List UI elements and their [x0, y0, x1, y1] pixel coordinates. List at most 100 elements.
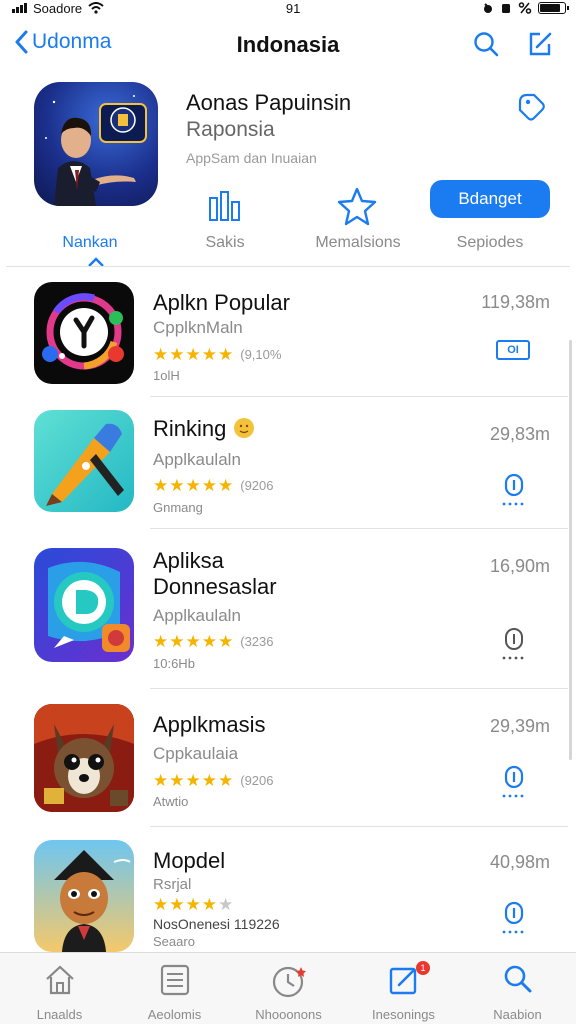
app-size: 119,38m [481, 292, 550, 312]
tab-memalsions[interactable]: Memalsions [315, 234, 400, 252]
rating-stars: ★ ★ ★ ★ ★ (9206 [153, 477, 274, 494]
tab-label: Inesonings [372, 1007, 435, 1022]
star-icon: ★ [218, 476, 234, 495]
star-icon: ★ [169, 771, 185, 790]
app-extra: Gnmang [153, 500, 203, 515]
row-divider [150, 826, 568, 827]
signal-icon [12, 3, 27, 13]
rating-stars: ★ ★ ★ ★ ★ (3236 [153, 633, 274, 650]
clock-icon [272, 966, 306, 998]
app-extra: Atwtio [153, 794, 189, 809]
app-category: Cppkaulaia [153, 744, 239, 763]
featured-title: Aonas Papuinsin [186, 90, 352, 115]
list-item[interactable]: Aplkn Popular CpplknMaln ★ ★ ★ ★ ★ (9,10% 1o… [0, 272, 576, 396]
app-name: Applkmasis [153, 712, 266, 737]
app-extra: 1olH [153, 368, 180, 383]
wifi-icon [88, 2, 104, 14]
alarm-icon [484, 3, 492, 13]
tag-icon[interactable] [514, 90, 548, 124]
tab-bar: Lnaalds Aeolomis Nhooonons 1 Inesonings … [0, 952, 576, 1024]
app-icon [34, 840, 134, 952]
app-extra: NosOnenesi 119226 [153, 916, 280, 932]
star-icon: ★ [153, 476, 169, 495]
star-icon: ★ [201, 771, 217, 790]
tab-updates[interactable]: Nhooonons [231, 953, 346, 1025]
app-name-line2: Donnesaslar [153, 574, 277, 599]
percent-icon [518, 2, 532, 14]
app-size: 29,83m [489, 424, 550, 444]
star-icon: ★ [185, 771, 201, 790]
tab-label: Lnaalds [36, 1007, 83, 1022]
notification-badge: 1 [416, 961, 430, 975]
tab-nankan[interactable]: Nankan [62, 234, 117, 252]
back-button[interactable]: Udonma [14, 30, 111, 54]
list-item[interactable]: Apliksa Donnesaslar Applkaulaln ★ ★ ★ ★ ★ (3… [0, 530, 576, 688]
star-icon: ★ [185, 476, 201, 495]
list-icon [160, 964, 189, 996]
open-button[interactable]: OI [496, 340, 530, 360]
star-icon: ★ [218, 345, 234, 364]
download-icon[interactable] [500, 472, 528, 508]
rating-stars: ★ ★ ★ ★ ★ [153, 896, 233, 913]
app-category: Rsrjal [153, 876, 192, 893]
star-icon: ★ [201, 345, 217, 364]
tab-search[interactable]: Naabion [460, 953, 575, 1025]
tab-notifications[interactable]: 1 Inesonings [346, 953, 461, 1025]
featured-subtitle: Raponsia [186, 118, 275, 141]
featured-app: Aonas Papuinsin Raponsia AppSam dan Inua… [0, 76, 576, 268]
row-divider [150, 688, 568, 689]
tab-label: Nhooonons [255, 1007, 322, 1022]
star-icon: ★ [153, 771, 169, 790]
app-icon [34, 704, 134, 812]
download-icon[interactable] [500, 764, 528, 800]
star-icon: ★ [185, 895, 201, 914]
search-icon[interactable] [472, 30, 500, 58]
tab-sakis[interactable]: Sakis [205, 234, 244, 252]
star-icon: ★ [169, 476, 185, 495]
status-bar: Soadore 91 [0, 0, 576, 16]
app-extra: 10:6Hb [153, 656, 195, 671]
carrier-label: Soadore [33, 0, 83, 16]
star-icon: ★ [169, 345, 185, 364]
chevron-left-icon [15, 30, 28, 54]
app-category: Applkaulaln [153, 606, 241, 625]
app-icon [34, 548, 134, 662]
star-icon: ★ [153, 632, 169, 651]
app-name-text: Rinking [153, 416, 227, 441]
list-item[interactable]: Mopdel Rsrjal ★ ★ ★ ★ ★ NosOnenesi 119226 Se… [0, 828, 576, 952]
list-item[interactable]: Applkmasis Cppkaulaia ★ ★ ★ ★ ★ (9206 Atwtio… [0, 690, 576, 826]
star-icon: ★ [201, 476, 217, 495]
list-item[interactable]: Rinking Applkaulaln ★ ★ ★ ★ ★ (9206 Gnmang 2… [0, 398, 576, 528]
featured-meta: AppSam dan Inuaian [186, 150, 317, 166]
tab-home[interactable]: Lnaalds [2, 953, 117, 1025]
star-icon[interactable] [337, 186, 377, 226]
app-name: Mopdel [153, 848, 226, 873]
star-icon: ★ [218, 771, 234, 790]
tab-sepiodes[interactable]: Sepiodes [457, 234, 524, 252]
app-size: 16,90m [489, 556, 550, 576]
tab-apps[interactable]: Aeolomis [117, 953, 232, 1025]
featured-tabs: Nankan Sakis Memalsions Sepiodes [0, 180, 576, 270]
app-category: CpplknMaln [153, 318, 243, 337]
app-name: Apliksa Donnesaslar [153, 548, 277, 600]
app-icon [34, 282, 134, 384]
clock: 91 [285, 0, 301, 16]
app-name: Aplkn Popular [153, 290, 290, 315]
app-size: 29,39m [489, 716, 550, 736]
lock-rotation-icon [502, 4, 510, 13]
app-name-line1: Apliksa [153, 548, 224, 573]
star-icon: ★ [169, 895, 185, 914]
chart-icon[interactable] [206, 186, 244, 224]
star-icon: ★ [201, 632, 217, 651]
app-extra-2: Seaaro [153, 934, 195, 949]
star-icon: ★ [153, 345, 169, 364]
row-divider [150, 396, 568, 397]
download-icon[interactable] [500, 900, 528, 936]
rating-count: (9206 [240, 478, 274, 493]
download-icon[interactable] [500, 626, 528, 662]
rating-count: (9,10% [240, 347, 282, 362]
scrollbar[interactable] [569, 340, 572, 760]
star-icon: ★ [201, 895, 217, 914]
star-icon: ★ [169, 632, 185, 651]
compose-icon[interactable] [526, 30, 554, 58]
